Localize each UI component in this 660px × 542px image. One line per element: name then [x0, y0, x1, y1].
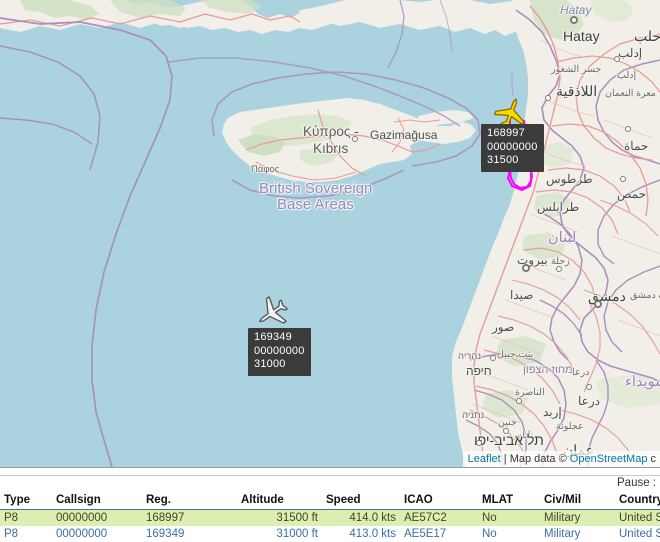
- place-dot: [614, 56, 620, 62]
- cell-reg: 168997: [142, 509, 237, 526]
- aircraft-label-reg: 168997: [487, 127, 525, 139]
- attribution-prefix: Map data ©: [509, 453, 570, 465]
- cell-callsign: 00000000: [52, 509, 142, 526]
- place-dot: [570, 16, 578, 24]
- panel-divider: [0, 468, 660, 476]
- column-header-civmil[interactable]: Civ/Mil: [540, 493, 615, 510]
- cell-civmil: Military: [540, 526, 615, 542]
- column-header-reg[interactable]: Reg.: [142, 493, 237, 510]
- table-row[interactable]: P8 00000000 169349 31000 ft 413.0 kts AE5E17 N…: [0, 526, 660, 542]
- place-dot: [625, 126, 631, 132]
- cell-type: P8: [0, 509, 52, 526]
- pause-label[interactable]: Pause :: [617, 477, 656, 489]
- aircraft-table[interactable]: Type Callsign Reg. Altitude Speed ICAO MLAT Civ…: [0, 493, 660, 542]
- map-canvas[interactable]: Hatay Hatay حلب إدلب جسر الشغور إدلب اللاذقية م…: [0, 0, 660, 467]
- place-dot: [516, 398, 522, 404]
- table-body[interactable]: P8 00000000 168997 31500 ft 414.0 kts AE57C2 N…: [0, 509, 660, 542]
- attribution-separator: |: [500, 453, 510, 465]
- aircraft-label-callsign: 00000000: [487, 140, 538, 153]
- cell-callsign: 00000000: [52, 526, 142, 542]
- aircraft-label-box[interactable]: 168997 00000000 31500: [481, 124, 544, 172]
- place-dot: [522, 264, 530, 272]
- cell-speed: 414.0 kts: [322, 509, 400, 526]
- map-attribution: Leaflet | Map data © OpenStreetMap c: [462, 451, 660, 467]
- leaflet-link[interactable]: Leaflet: [468, 453, 501, 465]
- table-row[interactable]: P8 00000000 168997 31500 ft 414.0 kts AE57C2 N…: [0, 509, 660, 526]
- place-dot: [490, 355, 496, 361]
- place-dot: [586, 384, 592, 390]
- place-dot: [556, 266, 562, 272]
- column-header-icao[interactable]: ICAO: [400, 493, 478, 510]
- column-header-speed[interactable]: Speed: [322, 493, 400, 510]
- place-dot: [476, 440, 482, 446]
- column-header-type[interactable]: Type: [0, 493, 52, 510]
- column-header-callsign[interactable]: Callsign: [52, 493, 142, 510]
- aircraft-label-callsign: 00000000: [254, 344, 305, 357]
- cell-icao: AE57C2: [400, 509, 478, 526]
- cell-civmil: Military: [540, 509, 615, 526]
- column-header-mlat[interactable]: MLAT: [478, 493, 540, 510]
- place-dot: [620, 176, 626, 182]
- cell-country: United States: [615, 526, 660, 542]
- place-dot: [545, 95, 551, 101]
- panel-toolbar: Pause :: [0, 476, 660, 493]
- cell-altitude: 31000 ft: [237, 526, 322, 542]
- attribution-suffix: c: [647, 453, 656, 465]
- column-header-altitude[interactable]: Altitude: [237, 493, 322, 510]
- cell-type: P8: [0, 526, 52, 542]
- cell-icao: AE5E17: [400, 526, 478, 542]
- place-dot: [503, 428, 509, 434]
- aircraft-label-box[interactable]: 169349 00000000 31000: [248, 328, 311, 376]
- place-dot: [594, 300, 602, 308]
- aircraft-label-reg: 169349: [254, 331, 292, 343]
- cell-mlat: No: [478, 526, 540, 542]
- cell-speed: 413.0 kts: [322, 526, 400, 542]
- table-header-row: Type Callsign Reg. Altitude Speed ICAO MLAT Civ…: [0, 493, 660, 510]
- application-window: Hatay Hatay حلب إدلب جسر الشغور إدلب اللاذقية م…: [0, 0, 660, 542]
- aircraft-label-altitude: 31500: [487, 154, 519, 166]
- cell-altitude: 31500 ft: [237, 509, 322, 526]
- cell-mlat: No: [478, 509, 540, 526]
- cell-reg: 169349: [142, 526, 237, 542]
- cell-country: United States: [615, 509, 660, 526]
- place-dot: [352, 136, 358, 142]
- openstreetmap-link[interactable]: OpenStreetMap: [570, 453, 648, 465]
- aircraft-label-altitude: 31000: [254, 358, 286, 370]
- map-geometry: [0, 0, 660, 467]
- column-header-country[interactable]: Country: [615, 493, 660, 510]
- aircraft-table-panel: Pause : Type Callsign Reg. Altitude Speed ICA…: [0, 467, 660, 542]
